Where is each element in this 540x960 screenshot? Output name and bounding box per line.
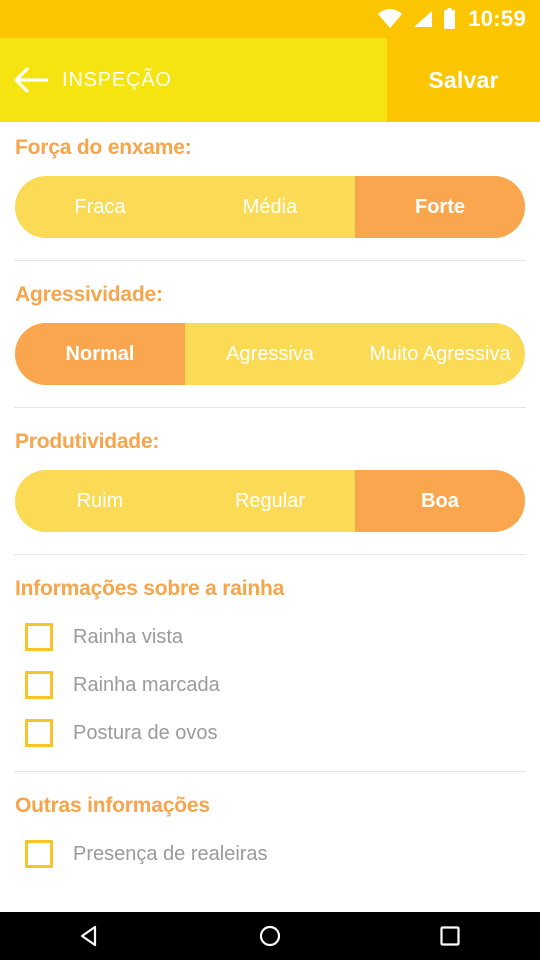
- checkbox-row-rainha-vista[interactable]: Rainha vista: [0, 613, 540, 661]
- section-label-agressividade: Agressividade:: [15, 283, 163, 306]
- section-label-forca: Força do enxame:: [15, 136, 192, 159]
- form-content: Força do enxame: Fraca Média Forte Agres…: [0, 122, 540, 912]
- nav-recents-icon: [440, 926, 460, 946]
- page-title: INSPEÇÃO: [62, 68, 172, 91]
- checkbox-icon[interactable]: [25, 671, 53, 699]
- checkbox-icon[interactable]: [25, 840, 53, 868]
- save-button-label: Salvar: [428, 66, 499, 93]
- back-arrow-icon: [14, 67, 48, 93]
- segmented-control-produtividade: Ruim Regular Boa: [15, 470, 525, 532]
- segment-regular[interactable]: Regular: [185, 470, 355, 532]
- segment-normal[interactable]: Normal: [15, 323, 185, 385]
- segment-media[interactable]: Média: [185, 176, 355, 238]
- checkbox-icon[interactable]: [25, 623, 53, 651]
- nav-home-icon: [259, 925, 281, 947]
- segmented-control-agressividade: Normal Agressiva Muito Agressiva: [15, 323, 525, 385]
- checkbox-label: Rainha marcada: [73, 673, 220, 696]
- android-nav-bar: [0, 912, 540, 960]
- segment-forte[interactable]: Forte: [355, 176, 525, 238]
- segment-fraca[interactable]: Fraca: [15, 176, 185, 238]
- toolbar: INSPEÇÃO Salvar: [0, 38, 540, 122]
- wifi-icon: [378, 9, 403, 28]
- segment-boa[interactable]: Boa: [355, 470, 525, 532]
- checkbox-row-postura-de-ovos[interactable]: Postura de ovos: [0, 709, 540, 757]
- section-label-rainha: Informações sobre a rainha: [15, 577, 285, 600]
- signal-icon: [414, 11, 433, 27]
- status-bar-clock: 10:59: [468, 6, 526, 31]
- checkbox-icon[interactable]: [25, 719, 53, 747]
- battery-icon: [444, 8, 456, 29]
- checkbox-label: Presença de realeiras: [73, 842, 268, 865]
- section-label-outras: Outras informações: [15, 794, 210, 817]
- nav-home-button[interactable]: [225, 912, 315, 960]
- save-button[interactable]: Salvar: [387, 38, 540, 122]
- nav-recents-button[interactable]: [405, 912, 495, 960]
- app-screen: 10:59 INSPEÇÃO Salvar Força do enxame: F…: [0, 0, 540, 960]
- nav-back-button[interactable]: [45, 912, 135, 960]
- checkbox-row-rainha-marcada[interactable]: Rainha marcada: [0, 661, 540, 709]
- checkbox-row-presenca-de-realeiras[interactable]: Presença de realeiras: [0, 830, 540, 878]
- checkbox-label: Rainha vista: [73, 625, 184, 648]
- section-label-produtividade: Produtividade:: [15, 430, 160, 453]
- segment-ruim[interactable]: Ruim: [15, 470, 185, 532]
- back-button[interactable]: [0, 38, 62, 122]
- toolbar-left-area: INSPEÇÃO: [0, 38, 387, 122]
- status-bar: 10:59: [0, 0, 540, 38]
- nav-back-icon: [80, 925, 97, 947]
- segment-muito-agressiva[interactable]: Muito Agressiva: [355, 323, 525, 385]
- segmented-control-forca: Fraca Média Forte: [15, 176, 525, 238]
- segment-agressiva[interactable]: Agressiva: [185, 323, 355, 385]
- checkbox-label: Postura de ovos: [73, 721, 218, 744]
